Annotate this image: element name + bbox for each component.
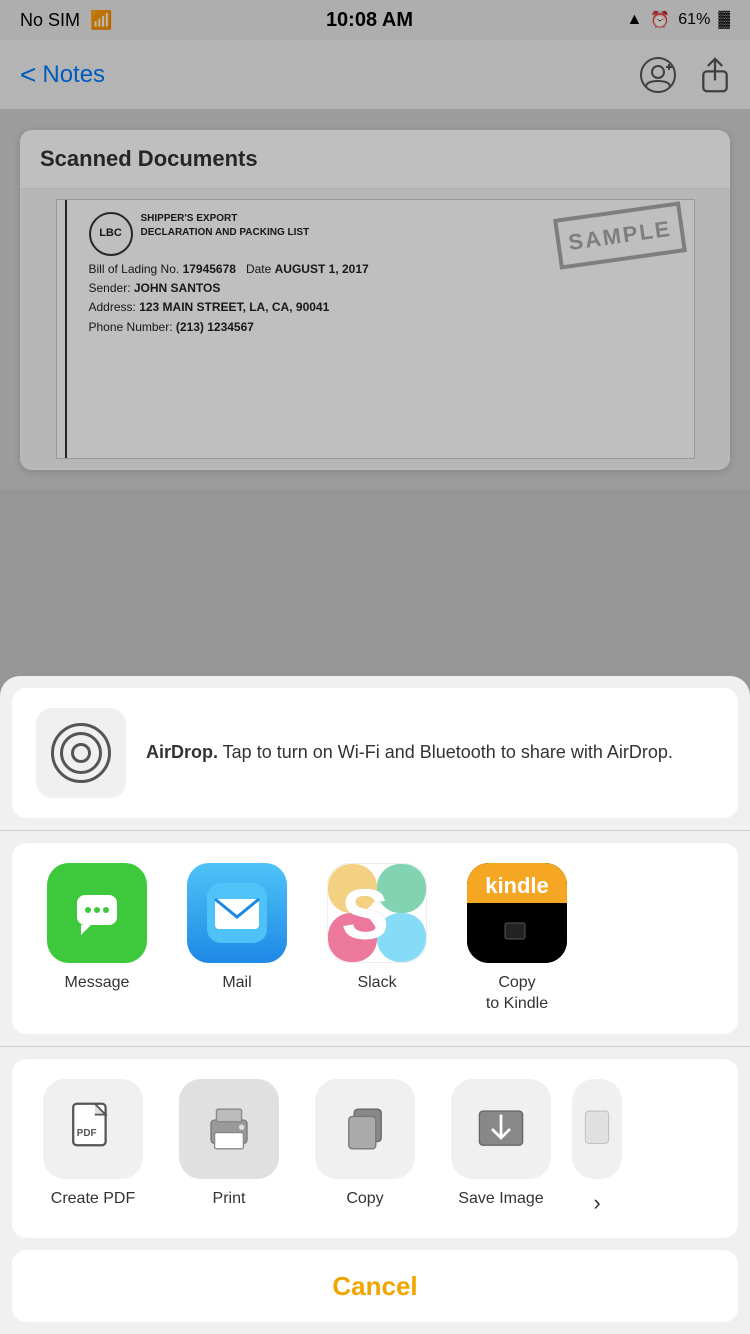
copy-icon: [315, 1079, 415, 1179]
cancel-button[interactable]: Cancel: [12, 1250, 738, 1322]
message-label: Message: [65, 973, 130, 994]
app-row-container: Message: [12, 843, 738, 1035]
create-pdf-icon: PDF: [43, 1079, 143, 1179]
mail-icon: [187, 863, 287, 963]
app-row: Message: [12, 863, 738, 1015]
slack-icon: S S: [327, 863, 427, 963]
airdrop-rings-icon: [51, 723, 111, 783]
message-icon: [47, 863, 147, 963]
app-item-kindle[interactable]: kindle Copyto Kindle: [452, 863, 582, 1015]
print-icon: [179, 1079, 279, 1179]
svg-text:S: S: [341, 875, 389, 955]
more-icon: [572, 1079, 622, 1179]
action-item-copy[interactable]: Copy: [300, 1079, 430, 1218]
divider-2: [0, 1046, 750, 1047]
svg-text:kindle: kindle: [485, 873, 549, 898]
action-item-create-pdf[interactable]: PDF Create PDF: [28, 1079, 158, 1218]
save-image-label: Save Image: [458, 1189, 543, 1210]
save-image-icon: [451, 1079, 551, 1179]
share-sheet: AirDrop. Tap to turn on Wi-Fi and Blueto…: [0, 676, 750, 1334]
action-item-print[interactable]: Print: [164, 1079, 294, 1218]
slack-label: Slack: [357, 973, 396, 994]
mail-label: Mail: [222, 973, 251, 994]
kindle-label: Copyto Kindle: [486, 973, 548, 1015]
action-item-more[interactable]: ›: [572, 1079, 622, 1218]
more-label: ›: [593, 1189, 600, 1218]
app-item-message[interactable]: Message: [32, 863, 162, 1015]
app-item-mail[interactable]: Mail: [172, 863, 302, 1015]
create-pdf-label: Create PDF: [51, 1189, 135, 1210]
print-label: Print: [213, 1189, 246, 1210]
kindle-icon: kindle: [467, 863, 567, 963]
action-row-container: PDF Create PDF Print: [12, 1059, 738, 1238]
action-item-save-image[interactable]: Save Image: [436, 1079, 566, 1218]
app-item-slack[interactable]: S S Slack: [312, 863, 442, 1015]
airdrop-section[interactable]: AirDrop. Tap to turn on Wi-Fi and Blueto…: [12, 688, 738, 818]
action-row: PDF Create PDF Print: [12, 1079, 738, 1218]
airdrop-icon: [36, 708, 126, 798]
copy-label: Copy: [346, 1189, 383, 1210]
share-sheet-overlay: AirDrop. Tap to turn on Wi-Fi and Blueto…: [0, 0, 750, 1334]
svg-text:PDF: PDF: [77, 1129, 97, 1140]
divider-1: [0, 830, 750, 831]
cancel-container: Cancel: [12, 1250, 738, 1322]
airdrop-description: AirDrop. Tap to turn on Wi-Fi and Blueto…: [146, 739, 673, 766]
